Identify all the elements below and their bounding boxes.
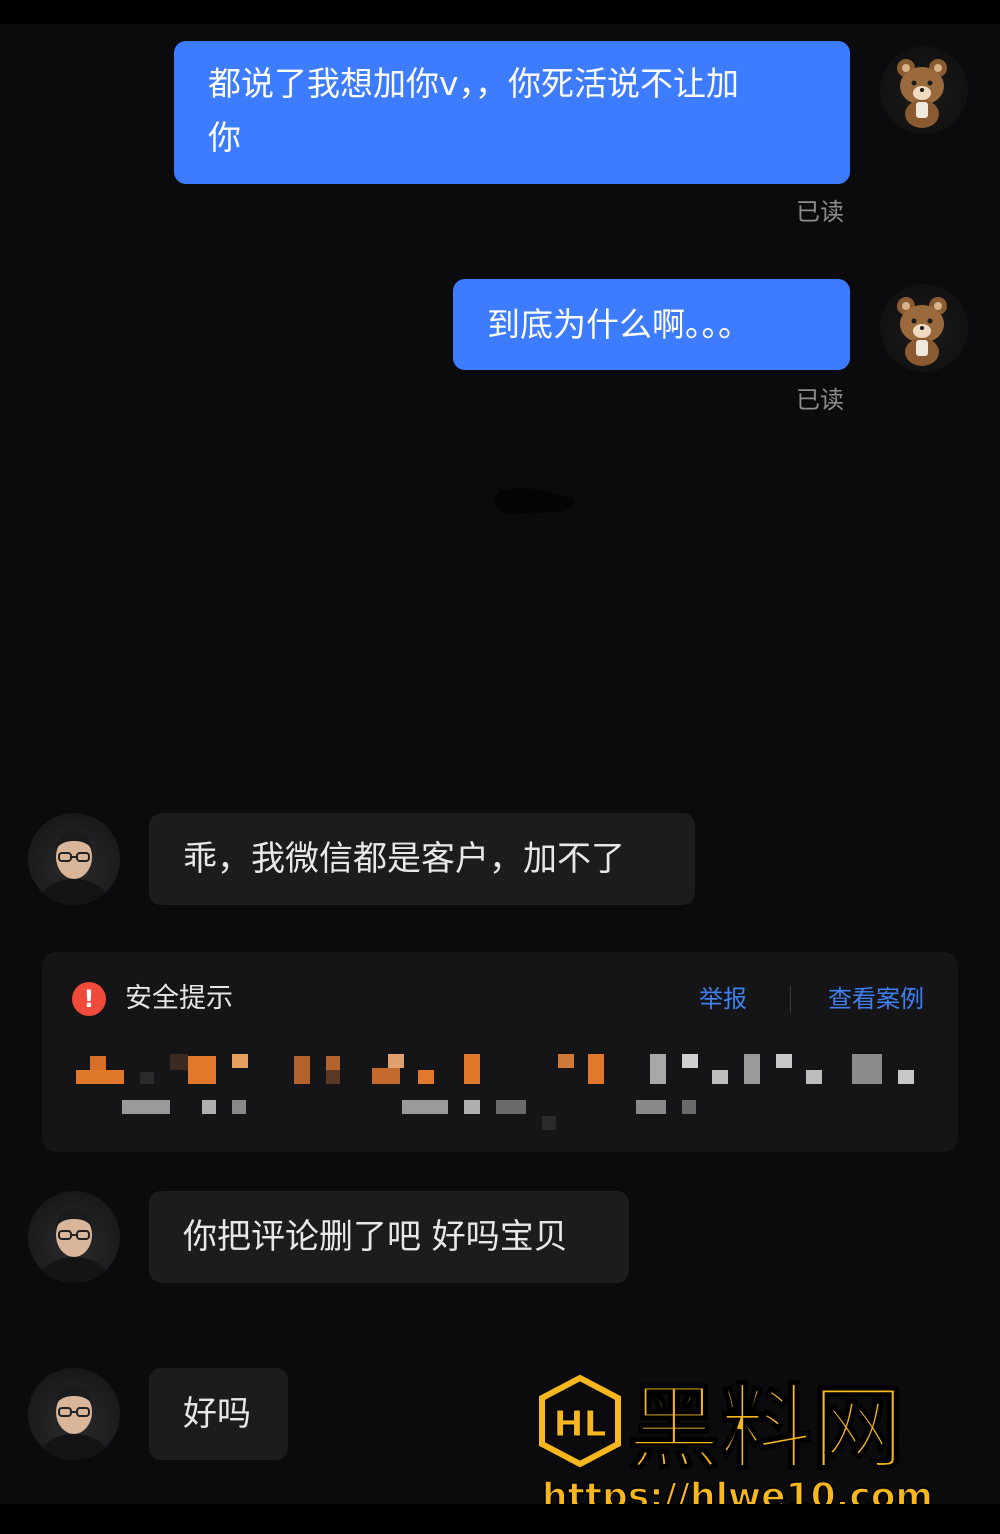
message-text-line: 都说了我想加你v，，你死活说不让加 [208, 64, 740, 103]
redaction-mark [493, 488, 575, 514]
contact-avatar[interactable] [28, 813, 120, 905]
message-text: 好吗 [183, 1394, 251, 1434]
outgoing-message-bubble[interactable]: 到底为什么啊。。。 [453, 279, 850, 370]
man-avatar-icon [38, 1209, 110, 1283]
message-text: 乖，我微信都是客户，加不了 [183, 839, 625, 879]
man-avatar-icon [38, 831, 110, 905]
pixelated-notice-text [76, 1054, 914, 1130]
read-receipt: 已读 [796, 386, 844, 414]
safety-notice-card: ! 安全提示 举报 查看案例 [42, 952, 958, 1152]
incoming-message-bubble[interactable]: 乖，我微信都是客户，加不了 [149, 813, 695, 905]
message-text-line: 你 [208, 118, 241, 157]
watermark-logo: HL 黑料网 https://hlwe10.com [539, 1374, 934, 1518]
outgoing-message-bubble[interactable]: 都说了我想加你v，，你死活说不让加 你 [174, 41, 850, 184]
self-avatar[interactable] [880, 46, 968, 134]
message-text: 到底为什么啊。。。 [487, 305, 751, 344]
bear-avatar-icon [897, 59, 947, 128]
contact-avatar[interactable] [28, 1368, 120, 1460]
status-bar [0, 0, 1000, 24]
watermark-brand: 黑料网 [628, 1375, 904, 1482]
read-receipt: 已读 [796, 198, 844, 226]
message-text: 你把评论删了吧 好吗宝贝 [183, 1217, 568, 1257]
self-avatar[interactable] [880, 284, 968, 372]
bottom-edge [0, 1504, 1000, 1534]
incoming-message-bubble[interactable]: 你把评论删了吧 好吗宝贝 [149, 1191, 629, 1283]
man-avatar-icon [38, 1386, 110, 1460]
incoming-message-bubble[interactable]: 好吗 [149, 1368, 288, 1460]
contact-avatar[interactable] [28, 1191, 120, 1283]
svg-text:HL: HL [553, 1404, 606, 1445]
bear-avatar-icon [897, 297, 947, 366]
